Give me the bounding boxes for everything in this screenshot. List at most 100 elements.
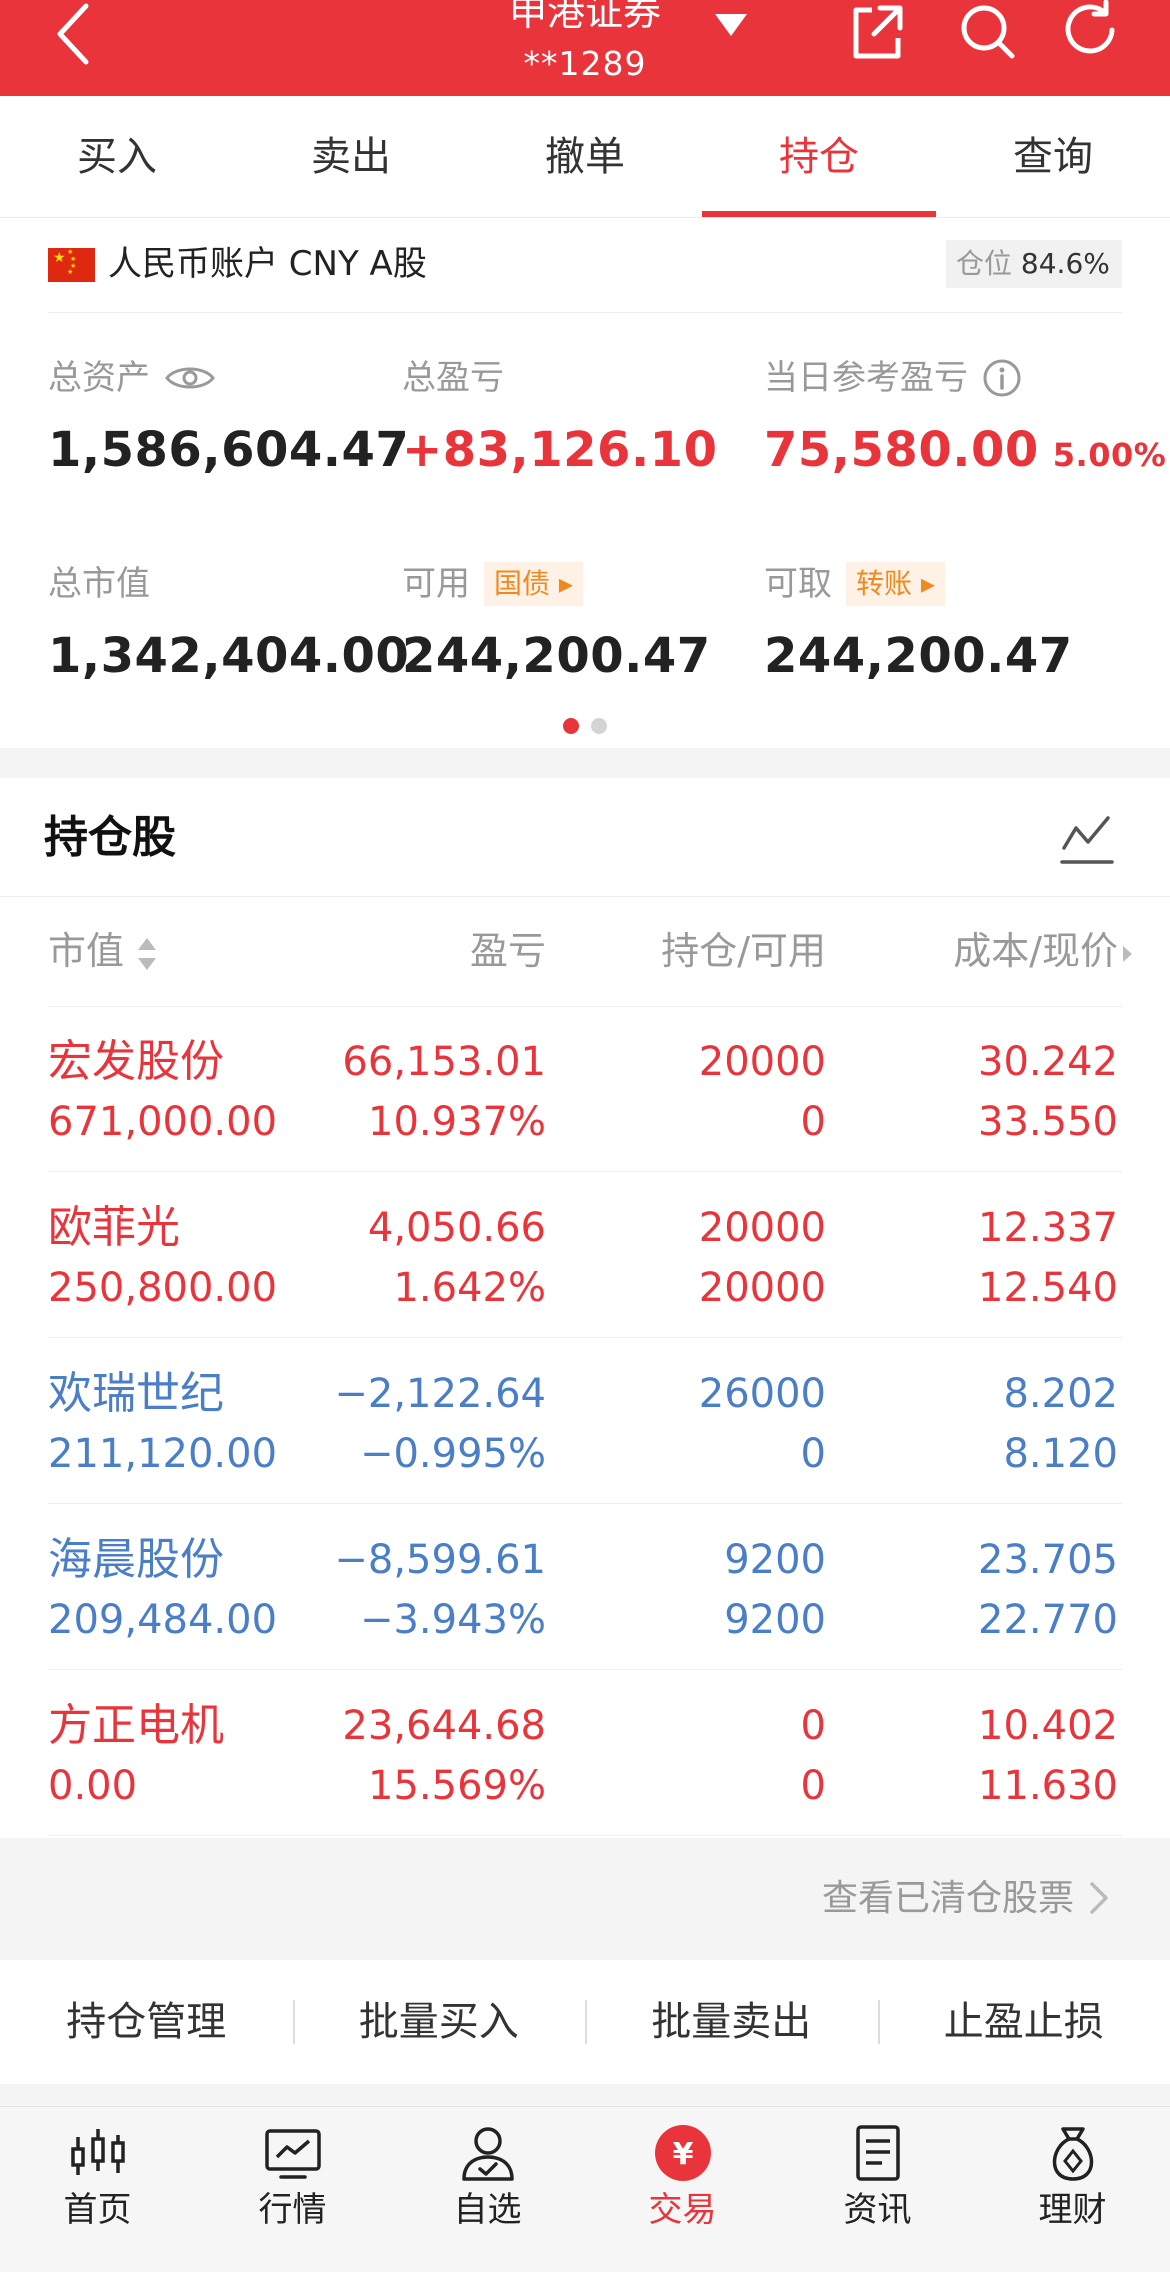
position-management-button[interactable]: 持仓管理 xyxy=(0,1960,293,2084)
chevron-right-icon[interactable] xyxy=(1120,942,1134,966)
current-price: 12.540 xyxy=(978,1265,1118,1311)
total-pl-value: +83,126.10 xyxy=(402,422,718,478)
holding-row[interactable]: 宏发股份 671,000.00 66,153.01 10.937% 20000 0 30.2… xyxy=(0,1006,1170,1172)
withdrawable-value: 244,200.47 xyxy=(764,628,1073,684)
profit-loss-percent: −3.943% xyxy=(359,1597,546,1643)
news-icon xyxy=(855,2125,900,2181)
yuan-icon: ¥ xyxy=(654,2125,711,2181)
bottom-nav: 首页 行情 自选 ¥ 交易 资讯 理财 xyxy=(0,2106,1170,2272)
available-label: 可用 xyxy=(402,564,470,604)
stop-profit-loss-button[interactable]: 止盈止损 xyxy=(877,1960,1170,2084)
withdrawable-label: 可取 xyxy=(764,564,832,604)
eye-icon[interactable] xyxy=(164,361,216,395)
page-dot xyxy=(591,718,607,734)
search-icon[interactable] xyxy=(954,0,1018,64)
cost-price: 12.337 xyxy=(978,1205,1118,1251)
nav-market-label: 行情 xyxy=(258,2190,327,2230)
share-icon[interactable] xyxy=(844,0,908,64)
bulk-buy-button[interactable]: 批量买入 xyxy=(292,1960,586,2084)
nav-watchlist[interactable]: 自选 xyxy=(390,2107,585,2272)
tab-cancel[interactable]: 撤单 xyxy=(468,96,702,217)
bulk-sell-button[interactable]: 批量卖出 xyxy=(585,1960,878,2084)
nav-market[interactable]: 行情 xyxy=(195,2107,390,2272)
column-position-available: 持仓/可用 xyxy=(661,929,826,973)
nav-trade-label: 交易 xyxy=(648,2190,717,2230)
currency-label: 人民币账户 CNY A股 xyxy=(108,244,427,284)
top-bar: 申港证券 **1289 xyxy=(0,0,1170,96)
nav-watchlist-label: 自选 xyxy=(453,2190,522,2230)
info-icon[interactable] xyxy=(982,358,1022,398)
stock-name: 海晨股份 xyxy=(48,1534,224,1585)
available-qty: 0 xyxy=(800,1763,826,1809)
trade-tabs: 买入 卖出 撤单 持仓 查询 xyxy=(0,96,1170,218)
position-qty: 26000 xyxy=(698,1371,826,1417)
position-ratio-label: 仓位 xyxy=(956,247,1013,280)
position-qty: 20000 xyxy=(698,1039,826,1085)
cost-price: 10.402 xyxy=(978,1703,1118,1749)
page-dot-active xyxy=(563,718,579,734)
view-cleared-stocks[interactable]: 查看已清仓股票 xyxy=(0,1838,1170,1960)
profit-loss-percent: 1.642% xyxy=(393,1265,546,1311)
profit-loss: −8,599.61 xyxy=(334,1537,546,1583)
holdings-panel: 持仓股 市值 盈亏 持仓/可用 成本/现价 宏发股份 671,000.00 66,1… xyxy=(0,778,1170,1840)
market-value: 250,800.00 xyxy=(48,1265,278,1311)
divider xyxy=(48,1835,1122,1836)
position-qty: 20000 xyxy=(698,1205,826,1251)
cost-price: 23.705 xyxy=(978,1537,1118,1583)
available-value: 244,200.47 xyxy=(402,628,711,684)
holding-row[interactable]: 欧菲光 250,800.00 4,050.66 1.642% 20000 20000 12.… xyxy=(0,1172,1170,1338)
column-market-value[interactable]: 市值 xyxy=(48,896,158,1006)
total-pl-cell: 总盈亏 +83,126.10 xyxy=(402,356,717,480)
total-pl-label: 总盈亏 xyxy=(402,358,504,398)
column-cost-price[interactable]: 成本/现价 xyxy=(953,896,1134,1006)
market-value-cell: 总市值 1,342,404.00 xyxy=(48,562,409,686)
tab-buy[interactable]: 买入 xyxy=(0,96,234,217)
user-star-icon xyxy=(461,2127,514,2181)
position-ratio-value: 84.6% xyxy=(1020,247,1110,280)
sort-icon[interactable] xyxy=(136,934,158,974)
position-qty: 0 xyxy=(800,1703,826,1749)
nav-news-label: 资讯 xyxy=(843,2190,912,2230)
divider xyxy=(48,312,1122,313)
profit-loss: 4,050.66 xyxy=(367,1205,546,1251)
transfer-tag[interactable]: 转账 ▸ xyxy=(846,562,945,606)
available-cell: 可用 国债 ▸ 244,200.47 xyxy=(402,562,711,686)
profit-loss: 23,644.68 xyxy=(342,1703,546,1749)
treasury-bond-tag[interactable]: 国债 ▸ xyxy=(484,562,583,606)
total-assets-cell: 总资产 1,586,604.47 xyxy=(48,356,409,480)
total-assets-label: 总资产 xyxy=(48,358,150,398)
currency-row: ★ ★ ★ ★ ★ 人民币账户 CNY A股 仓位 84.6% xyxy=(0,218,1170,312)
nav-wealth[interactable]: 理财 xyxy=(975,2107,1170,2272)
cost-price: 30.242 xyxy=(978,1039,1118,1085)
nav-home-label: 首页 xyxy=(63,2190,132,2230)
dropdown-icon[interactable] xyxy=(713,10,749,40)
profit-loss-percent: 15.569% xyxy=(368,1763,546,1809)
money-bag-icon xyxy=(1052,2127,1093,2181)
tab-query[interactable]: 查询 xyxy=(936,96,1170,217)
nav-trade[interactable]: ¥ 交易 xyxy=(585,2107,780,2272)
profit-loss: −2,122.64 xyxy=(334,1371,546,1417)
holdings-title: 持仓股 xyxy=(44,812,176,863)
holding-row[interactable]: 方正电机 0.00 23,644.68 15.569% 0 0 10.402 11.630 xyxy=(0,1670,1170,1836)
market-value: 0.00 xyxy=(48,1763,138,1809)
cost-price: 8.202 xyxy=(1003,1371,1118,1417)
profit-loss: 66,153.01 xyxy=(342,1039,546,1085)
market-value: 671,000.00 xyxy=(48,1099,278,1145)
column-pl: 盈亏 xyxy=(469,929,546,973)
stock-name: 欢瑞世纪 xyxy=(48,1368,224,1419)
total-assets-value: 1,586,604.47 xyxy=(48,422,410,478)
withdrawable-cell: 可取 转账 ▸ 244,200.47 xyxy=(764,562,1073,686)
holding-row[interactable]: 海晨股份 209,484.00 −8,599.61 −3.943% 9200 9200 23… xyxy=(0,1504,1170,1670)
tab-sell[interactable]: 卖出 xyxy=(234,96,468,217)
position-qty: 9200 xyxy=(724,1537,826,1583)
nav-home[interactable]: 首页 xyxy=(0,2107,195,2272)
nav-news[interactable]: 资讯 xyxy=(780,2107,975,2272)
stock-name: 方正电机 xyxy=(48,1700,224,1751)
current-price: 8.120 xyxy=(1003,1431,1118,1477)
china-flag-icon: ★ ★ ★ ★ ★ xyxy=(48,248,95,282)
trend-chart-icon[interactable] xyxy=(1060,812,1114,866)
tab-positions[interactable]: 持仓 xyxy=(702,96,936,217)
refresh-icon[interactable] xyxy=(1060,0,1124,64)
view-cleared-label: 查看已清仓股票 xyxy=(821,1878,1074,1919)
holding-row[interactable]: 欢瑞世纪 211,120.00 −2,122.64 −0.995% 26000 0 8.20… xyxy=(0,1338,1170,1504)
